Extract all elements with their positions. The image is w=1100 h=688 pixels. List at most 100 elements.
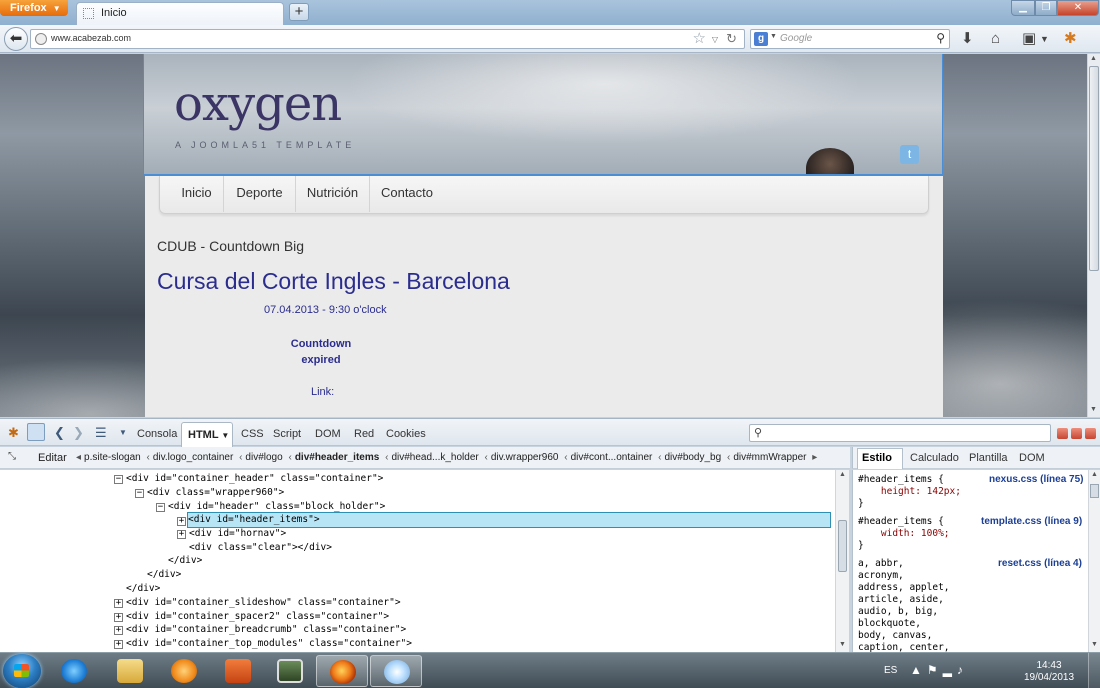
show-hidden-icons-icon[interactable]: ▲ (910, 663, 927, 677)
url-text[interactable]: www.acabezab.com (51, 33, 131, 43)
inspect-element-button[interactable] (27, 423, 45, 441)
new-tab-button[interactable]: + (289, 3, 309, 21)
close-button[interactable]: ✕ (1057, 0, 1099, 16)
chevron-right-icon[interactable]: ▸ (812, 452, 817, 463)
chevron-down-icon[interactable]: ▼ (770, 33, 777, 40)
css-selector[interactable]: article, aside, (858, 594, 944, 607)
menu-item-contacto[interactable]: Contacto (370, 176, 444, 212)
search-placeholder[interactable]: Google (780, 33, 812, 44)
scrollbar-thumb[interactable] (1089, 66, 1099, 271)
css-selector[interactable]: #header_items { (858, 474, 944, 487)
breadcrumb-item[interactable]: div#body_bg (664, 452, 721, 463)
show-desktop-button[interactable] (1088, 653, 1100, 688)
tab-plantilla[interactable]: Plantilla (969, 452, 1008, 464)
menu-item-nutricion[interactable]: Nutrición (296, 176, 370, 212)
html-line[interactable]: <div id="container_spacer2" class="conta… (126, 610, 389, 624)
css-source-link[interactable]: reset.css (línea 4) (998, 558, 1082, 569)
panel-list-icon[interactable]: ☰ (95, 425, 107, 441)
firebug-search-input[interactable]: ⚲ (749, 424, 1051, 442)
css-source-link[interactable]: nexus.css (línea 75) (989, 474, 1084, 485)
taskbar-app-installer[interactable] (212, 655, 264, 687)
css-selector[interactable]: address, applet, (858, 582, 950, 595)
html-line[interactable]: <div id="header" class="block_holder"> (168, 500, 385, 514)
scroll-down-icon[interactable]: ▼ (839, 641, 846, 648)
breadcrumb-item[interactable]: p.site-slogan (84, 452, 141, 463)
network-icon[interactable]: ▂ (943, 663, 957, 677)
html-line[interactable]: <div class="wrapper960"> (147, 486, 284, 500)
css-selector[interactable]: a, abbr, (858, 558, 904, 571)
back-arrow-icon[interactable]: ❮ (54, 425, 65, 441)
history-dropdown-icon[interactable]: ▽ (712, 32, 718, 48)
collapse-icon[interactable]: − (114, 475, 123, 484)
site-logo[interactable]: oxygen (174, 76, 342, 132)
tab-consola[interactable]: Consola (137, 428, 177, 440)
system-tray[interactable]: ▲⚑▂♪ (910, 663, 968, 677)
tab-estilo[interactable]: Estilo ▼ (857, 448, 903, 482)
css-selector[interactable]: blockquote, (858, 618, 921, 631)
html-line[interactable]: </div> (147, 568, 181, 582)
css-selector[interactable]: #header_items { (858, 516, 944, 529)
css-source-link[interactable]: template.css (línea 9) (981, 516, 1082, 527)
html-line[interactable]: </div> (126, 582, 160, 596)
search-bar[interactable]: g ▼ Google ⚲ (750, 29, 950, 49)
css-selector[interactable]: acronym, (858, 570, 904, 583)
expand-icon[interactable]: + (114, 599, 123, 608)
edit-button[interactable]: Editar (38, 452, 67, 464)
css-property[interactable]: width: 100%; (858, 528, 950, 541)
css-selector[interactable]: audio, b, big, (858, 606, 938, 619)
expand-icon[interactable]: + (114, 626, 123, 635)
html-line-selected[interactable]: <div id="header_items"> (187, 512, 831, 528)
browser-tab[interactable]: Inicio (76, 2, 284, 25)
scrollbar-thumb[interactable] (1090, 484, 1099, 498)
tab-cookies[interactable]: Cookies (386, 428, 426, 440)
site-identity-icon[interactable] (35, 33, 47, 45)
breadcrumb-item[interactable]: div#cont...ontainer (571, 452, 653, 463)
url-bar[interactable]: www.acabezab.com ☆ ▽ ↻ (30, 29, 745, 49)
tab-dom[interactable]: DOM (315, 428, 341, 440)
firebug-icon[interactable]: ✱ (8, 425, 19, 441)
firebug-detach-button[interactable] (1071, 428, 1082, 439)
breadcrumb-item[interactable]: div#mmWrapper (733, 452, 806, 463)
taskbar-explorer[interactable] (104, 655, 156, 687)
menu-item-inicio[interactable]: Inicio (170, 176, 224, 212)
back-button[interactable]: ⬅ (4, 27, 28, 51)
scroll-down-icon[interactable]: ▼ (1090, 406, 1097, 413)
html-line[interactable]: <div class="clear"></div> (189, 541, 332, 555)
collapse-icon[interactable]: − (156, 503, 165, 512)
style-panel-scrollbar[interactable]: ▲ ▼ (1088, 470, 1100, 652)
bookmarks-icon[interactable]: ▣ (1022, 30, 1036, 48)
home-icon[interactable]: ⌂ (991, 30, 1000, 48)
breadcrumb-item-selected[interactable]: div#header_items (295, 452, 380, 463)
taskbar-image-viewer[interactable] (264, 655, 316, 687)
html-line[interactable]: <div id="container_breadcrumb" class="co… (126, 623, 406, 637)
html-line[interactable]: <div id="container_header" class="contai… (126, 472, 383, 486)
taskbar-media-player[interactable] (158, 655, 210, 687)
page-scrollbar[interactable]: ▲ ▼ (1087, 54, 1100, 417)
html-line[interactable]: <div id="container_slideshow" class="con… (126, 596, 401, 610)
maximize-button[interactable]: ❐ (1035, 0, 1057, 16)
start-button[interactable] (3, 654, 41, 688)
action-center-icon[interactable]: ⚑ (927, 663, 943, 677)
reload-icon[interactable]: ↻ (726, 31, 737, 47)
breadcrumb-item[interactable]: div#logo (245, 452, 282, 463)
twitter-icon[interactable]: t (900, 145, 919, 164)
breadcrumb-item[interactable]: div#head...k_holder (391, 452, 478, 463)
expand-icon[interactable]: + (177, 530, 186, 539)
expand-icon[interactable]: + (114, 640, 123, 649)
expand-icon[interactable]: + (114, 613, 123, 622)
search-icon[interactable]: ⚲ (936, 31, 945, 45)
minimize-button[interactable]: ▁ (1011, 0, 1035, 16)
downloads-icon[interactable]: ⬇ (961, 30, 974, 48)
breadcrumb-item[interactable]: div.wrapper960 (491, 452, 559, 463)
bookmark-star-icon[interactable]: ☆ (693, 30, 706, 48)
scroll-up-icon[interactable]: ▲ (1090, 55, 1097, 62)
firebug-icon[interactable]: ✱ (1064, 30, 1077, 48)
chevron-left-icon[interactable]: ◂ (76, 452, 81, 463)
menu-item-deporte[interactable]: Deporte (224, 176, 296, 212)
firebug-minimize-button[interactable] (1057, 428, 1068, 439)
taskbar-internet-explorer[interactable] (48, 655, 100, 687)
tab-css[interactable]: CSS (241, 428, 264, 440)
css-property[interactable]: height: 142px; (858, 486, 961, 499)
tab-calculado[interactable]: Calculado (910, 452, 959, 464)
taskbar-firefox[interactable] (316, 655, 368, 687)
